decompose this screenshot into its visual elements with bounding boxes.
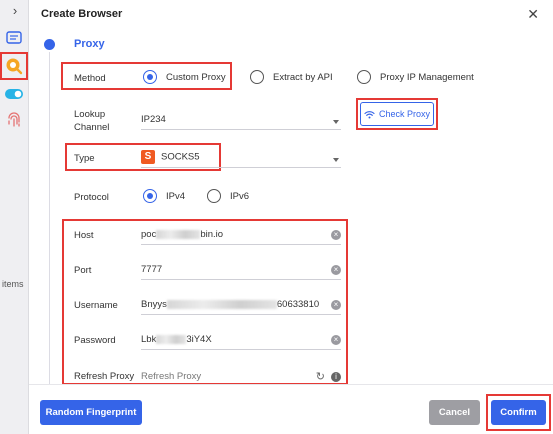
radio-label: IPv6 <box>230 190 250 202</box>
clear-icon[interactable]: × <box>331 335 341 345</box>
wifi-icon <box>364 110 375 118</box>
username-input[interactable]: Bnyys 60633810 × <box>141 293 341 315</box>
refresh-icon[interactable]: ↻ <box>316 370 325 383</box>
method-custom-proxy-radio[interactable]: Custom Proxy <box>143 70 226 84</box>
password-label: Password <box>74 335 116 346</box>
info-icon[interactable]: i <box>331 372 341 382</box>
radio-selected-icon <box>143 70 157 84</box>
radio-label: Custom Proxy <box>166 71 226 83</box>
type-label: Type <box>74 153 95 164</box>
chevron-down-icon <box>333 158 339 162</box>
radio-icon <box>207 189 221 203</box>
radio-selected-icon <box>143 189 157 203</box>
socks-icon: S <box>141 150 155 164</box>
create-browser-dialog: Create Browser ✕ Proxy Method Custom Pro… <box>29 0 553 434</box>
lookup-label-line2: Channel <box>74 122 110 133</box>
protocol-label: Protocol <box>74 192 109 203</box>
refresh-proxy-label: Refresh Proxy <box>74 371 135 382</box>
confirm-button[interactable]: Confirm <box>491 400 546 425</box>
username-value: Bnyys 60633810 <box>141 299 320 310</box>
refresh-proxy-input[interactable]: Refresh Proxy ↻ i <box>141 364 341 386</box>
password-input[interactable]: Lbk 3iY4X × <box>141 328 341 350</box>
refresh-proxy-placeholder: Refresh Proxy <box>141 371 202 382</box>
cancel-button[interactable]: Cancel <box>429 400 480 425</box>
chevron-right-icon[interactable]: › <box>7 3 23 19</box>
port-label: Port <box>74 265 92 276</box>
method-proxy-ip-management-radio[interactable]: Proxy IP Management <box>357 70 474 84</box>
host-label: Host <box>74 230 94 241</box>
protocol-ipv6-radio[interactable]: IPv6 <box>207 189 249 203</box>
radio-label: Extract by API <box>273 71 333 83</box>
lookup-channel-value: IP234 <box>141 114 166 125</box>
step-line <box>49 52 50 386</box>
browser-list-icon[interactable] <box>4 27 24 47</box>
host-input[interactable]: poc bin.io × <box>141 223 341 245</box>
method-label: Method <box>74 73 106 84</box>
host-value: poc bin.io <box>141 229 224 240</box>
random-fingerprint-button[interactable]: Random Fingerprint <box>40 400 142 425</box>
password-value: Lbk 3iY4X <box>141 334 212 345</box>
proxy-type-value: SOCKS5 <box>161 151 200 163</box>
protocol-ipv4-radio[interactable]: IPv4 <box>143 189 185 203</box>
toggle-icon[interactable] <box>4 84 24 104</box>
step-dot <box>44 39 55 50</box>
close-icon[interactable]: ✕ <box>527 6 539 23</box>
fingerprint-icon[interactable] <box>4 110 24 130</box>
dialog-title: Create Browser <box>41 8 123 20</box>
radio-icon <box>250 70 264 84</box>
clear-icon[interactable]: × <box>331 265 341 275</box>
port-input[interactable]: 7777 × <box>141 258 341 280</box>
proxy-type-value-wrap: S SOCKS5 <box>141 150 200 164</box>
clear-icon[interactable]: × <box>331 300 341 310</box>
dialog-footer: Random Fingerprint Cancel Confirm <box>29 384 553 434</box>
lookup-label-line1: Lookup <box>74 109 106 120</box>
lookup-channel-label: Lookup Channel <box>74 108 109 134</box>
chevron-down-icon <box>333 120 339 124</box>
username-label: Username <box>74 300 118 311</box>
left-sidebar: › items <box>0 0 29 434</box>
method-extract-api-radio[interactable]: Extract by API <box>250 70 333 84</box>
lookup-channel-select[interactable]: IP234 <box>141 108 341 130</box>
radio-label: Proxy IP Management <box>380 71 474 83</box>
check-proxy-label: Check Proxy <box>378 109 431 119</box>
section-title-proxy: Proxy <box>74 38 105 50</box>
clear-icon[interactable]: × <box>331 230 341 240</box>
items-label: items <box>2 279 24 289</box>
proxy-search-icon[interactable] <box>4 56 24 76</box>
radio-icon <box>357 70 371 84</box>
check-proxy-button[interactable]: Check Proxy <box>360 102 434 126</box>
radio-label: IPv4 <box>166 190 186 202</box>
port-value: 7777 <box>141 264 163 275</box>
proxy-type-select[interactable]: S SOCKS5 <box>141 146 341 168</box>
